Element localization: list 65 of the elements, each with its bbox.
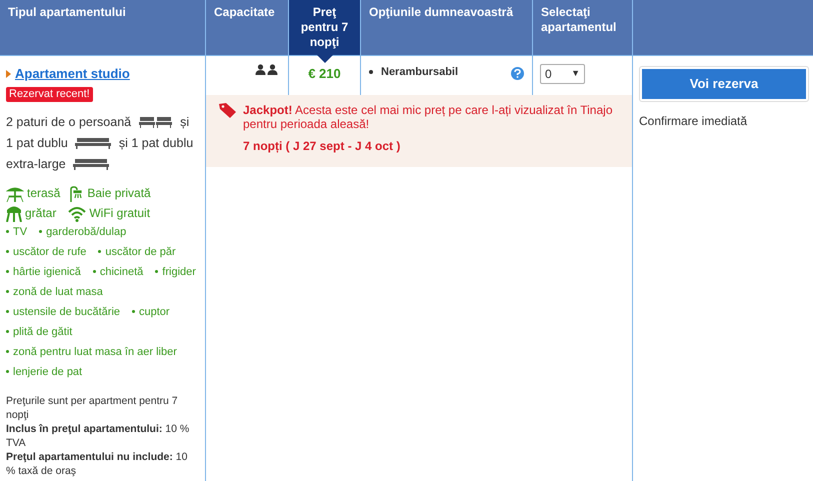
bed-description: și 1 pat dublu: [118, 136, 194, 150]
facility-label: Baie privată: [87, 184, 151, 202]
amenity-item: hârtie igienică: [13, 264, 81, 280]
jackpot-message: Jackpot! Acesta este cel mai mic preț pe care l-ați vizualizat în Tinajo pentru perioada aleasă!: [243, 103, 614, 131]
bullet-icon: [6, 290, 9, 293]
bullet-icon: [6, 330, 9, 333]
amenity-item: zonă de luat masa: [13, 284, 103, 300]
price-note: Preţul apartamentului nu include: 10 % taxă de oraş: [6, 450, 188, 478]
bullet-icon: [6, 350, 9, 353]
price-tag-icon: [219, 103, 237, 118]
column-header: Tipul apartamentului: [0, 0, 205, 55]
person-icon: [255, 64, 266, 75]
price-note: Preţurile sunt per apartment pentru 7 nopţi: [6, 394, 179, 422]
facility-label: WiFi gratuit: [89, 204, 150, 222]
bullet-icon: [98, 250, 102, 253]
bed-description: și: [180, 114, 190, 128]
person-icon: [267, 64, 278, 75]
amenity-item: garderobă/dulap: [46, 224, 126, 240]
single-beds-icon: [138, 116, 173, 128]
triangle-icon: [6, 70, 11, 78]
price-note: Inclus în preţul apartamentului: 10 % TVA: [6, 422, 190, 450]
amenity-item: uscător de păr: [105, 244, 176, 260]
book-button[interactable]: Voi rezerva: [642, 69, 806, 99]
bed-description: 1 pat dublu: [6, 136, 68, 150]
bullet-icon: [132, 310, 136, 313]
jackpot-dates: 7 nopți ( J 27 sept - J 4 oct ): [243, 139, 402, 153]
grill-icon: [6, 206, 22, 222]
double-bed-icon: [73, 158, 110, 170]
bullet-icon: [6, 370, 9, 373]
wifi-icon: [68, 206, 86, 222]
recently-booked-badge: Rezervat recent!: [6, 86, 93, 102]
double-bed-icon: [75, 137, 112, 150]
quantity-select[interactable]: 0 ▼: [540, 64, 585, 84]
confirmation-text: Confirmare imediată: [639, 113, 748, 130]
bullet-icon: [6, 250, 9, 253]
bed-description: 2 paturi de o persoană: [6, 114, 132, 128]
option-item: Nerambursabil: [381, 65, 458, 80]
bullet-icon: [6, 270, 9, 273]
amenity-item: lenjerie de pat: [13, 364, 82, 380]
bed-description: extra-large: [6, 156, 66, 170]
facility-label: terasă: [27, 184, 60, 202]
amenity-item: cuptor: [139, 304, 170, 320]
column-header: Selectaţi apartamentul: [532, 0, 632, 55]
amenity-item: uscător de rufe: [13, 244, 86, 260]
shower-icon: [68, 186, 84, 202]
bullet-icon: [6, 310, 9, 313]
amenity-item: TV: [13, 224, 28, 240]
amenity-item: chicinetă: [100, 264, 144, 280]
room-name-link[interactable]: Apartament studio: [15, 64, 130, 84]
facility-label: grătar: [25, 204, 56, 222]
help-icon[interactable]: [511, 67, 524, 80]
bullet-icon: [92, 270, 96, 273]
amenity-item: zonă pentru luat masa în aer liber: [13, 344, 177, 360]
column-header: Capacitate: [205, 0, 288, 55]
bullet-icon: [369, 70, 373, 74]
column-header: Opţiunile dumneavoastră: [360, 0, 532, 55]
amenity-item: ustensile de bucătărie: [13, 304, 120, 320]
parasol-table-icon: [6, 186, 24, 202]
pointer-icon: [316, 55, 332, 63]
bullet-icon: [39, 230, 42, 233]
price-value: € 210: [308, 66, 341, 81]
amenity-item: frigider: [162, 264, 196, 280]
amenity-item: plită de gătit: [13, 324, 72, 340]
bullet-icon: [6, 230, 9, 233]
bullet-icon: [155, 270, 158, 273]
